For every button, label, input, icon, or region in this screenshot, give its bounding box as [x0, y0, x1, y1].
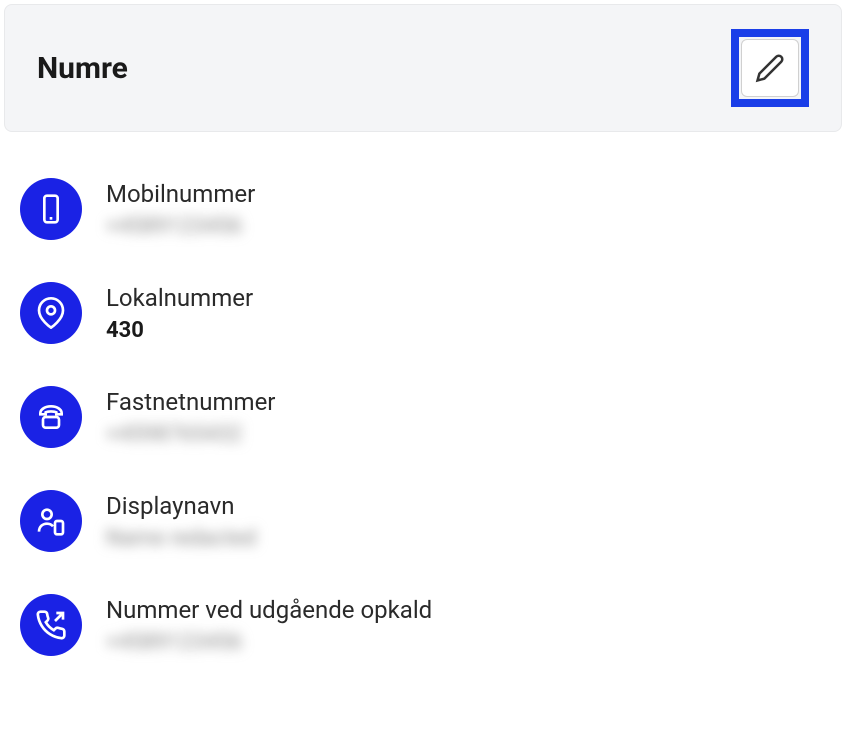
pin-icon [20, 282, 82, 344]
landline-icon [20, 386, 82, 448]
item-label: Fastnetnummer [106, 388, 275, 416]
item-value: +4589123456 [106, 214, 255, 239]
numbers-list: Mobilnummer +4589123456 Lokalnummer 430 … [0, 136, 846, 712]
edit-highlight [731, 29, 809, 107]
edit-button[interactable] [741, 39, 799, 97]
item-content: Lokalnummer 430 [106, 284, 253, 343]
item-label: Nummer ved udgående opkald [106, 596, 432, 624]
numbers-panel: Numre Mobilnummer +4589123456 Lo [0, 4, 846, 712]
item-value: Name redacted [106, 526, 256, 551]
item-content: Mobilnummer +4589123456 [106, 180, 255, 239]
pencil-icon [755, 53, 785, 83]
mobile-icon [20, 178, 82, 240]
panel-header: Numre [4, 4, 842, 132]
item-value: 430 [106, 318, 253, 343]
list-item: Fastnetnummer +4598765432 [20, 372, 826, 462]
item-value: +4598765432 [106, 422, 275, 447]
person-phone-icon [20, 490, 82, 552]
panel-title: Numre [37, 51, 128, 86]
item-value: +4589123456 [106, 630, 432, 655]
item-label: Lokalnummer [106, 284, 253, 312]
outgoing-call-icon [20, 594, 82, 656]
list-item: Lokalnummer 430 [20, 268, 826, 358]
item-label: Mobilnummer [106, 180, 255, 208]
list-item: Displaynavn Name redacted [20, 476, 826, 566]
item-content: Fastnetnummer +4598765432 [106, 388, 275, 447]
item-label: Displaynavn [106, 492, 256, 520]
list-item: Mobilnummer +4589123456 [20, 164, 826, 254]
item-content: Nummer ved udgående opkald +4589123456 [106, 596, 432, 655]
list-item: Nummer ved udgående opkald +4589123456 [20, 580, 826, 670]
item-content: Displaynavn Name redacted [106, 492, 256, 551]
